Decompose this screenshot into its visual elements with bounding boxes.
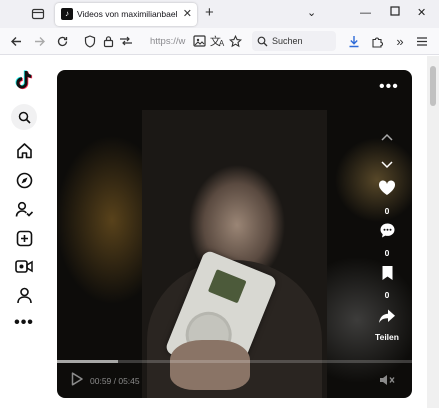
time-display: 00:59 / 05:45 bbox=[90, 376, 140, 386]
explore-icon[interactable] bbox=[12, 168, 36, 192]
maximize-icon[interactable] bbox=[390, 6, 400, 20]
chevron-down-icon[interactable]: ⌄ bbox=[307, 6, 316, 20]
hand bbox=[170, 340, 250, 390]
share-button[interactable] bbox=[375, 308, 399, 329]
tab-strip: ♪ Videos von maximilianbaehring ✕ + ⌄ — … bbox=[0, 0, 439, 28]
page-scrollbar[interactable] bbox=[427, 56, 439, 408]
video-progress-bar[interactable] bbox=[57, 360, 412, 363]
bookmark-star-icon[interactable] bbox=[227, 33, 243, 49]
profile-icon[interactable] bbox=[12, 283, 36, 307]
forward-icon[interactable] bbox=[31, 33, 47, 49]
search-bar[interactable]: Suchen bbox=[252, 31, 336, 51]
reader-view-icon[interactable] bbox=[191, 33, 207, 49]
tab-title: Videos von maximilianbaehring bbox=[77, 9, 177, 19]
comment-count: 0 bbox=[384, 248, 390, 258]
tab-list-icon[interactable] bbox=[31, 7, 45, 21]
live-icon[interactable] bbox=[12, 254, 36, 278]
translate-icon[interactable]: 文A bbox=[209, 33, 225, 49]
following-icon[interactable] bbox=[12, 197, 36, 221]
minimize-icon[interactable]: — bbox=[360, 6, 371, 20]
search-icon bbox=[257, 34, 268, 52]
download-icon[interactable] bbox=[346, 33, 362, 49]
device-screen bbox=[207, 269, 247, 304]
menu-icon[interactable] bbox=[414, 33, 430, 49]
like-button[interactable] bbox=[375, 180, 399, 201]
reload-icon[interactable] bbox=[54, 33, 70, 49]
back-icon[interactable] bbox=[8, 33, 24, 49]
mute-icon[interactable] bbox=[379, 373, 395, 391]
like-count: 0 bbox=[384, 206, 390, 216]
shield-icon[interactable] bbox=[82, 33, 98, 49]
close-window-icon[interactable]: ✕ bbox=[417, 6, 426, 20]
navigation-bar: https://w 文A Suchen » bbox=[0, 28, 439, 55]
bookmark-count: 0 bbox=[384, 290, 390, 300]
active-tab[interactable]: ♪ Videos von maximilianbaehring ✕ bbox=[55, 3, 197, 26]
tiktok-favicon-icon: ♪ bbox=[61, 8, 73, 20]
overflow-icon[interactable]: » bbox=[392, 33, 408, 49]
bookmark-button[interactable] bbox=[375, 265, 399, 286]
scrollbar-thumb[interactable] bbox=[430, 66, 436, 106]
new-tab-icon[interactable]: + bbox=[205, 5, 214, 21]
url-field[interactable]: https://w bbox=[150, 36, 190, 47]
home-icon[interactable] bbox=[12, 138, 36, 162]
search-icon[interactable] bbox=[11, 104, 37, 130]
previous-video-icon[interactable] bbox=[375, 128, 399, 146]
upload-icon[interactable] bbox=[12, 226, 36, 250]
share-label: Teilen bbox=[375, 332, 399, 342]
lock-icon[interactable] bbox=[100, 33, 116, 49]
video-player[interactable]: ••• 0 0 0 Teilen 00:59 / 05:45 bbox=[57, 70, 412, 398]
play-icon[interactable] bbox=[71, 372, 83, 391]
video-progress-fill bbox=[57, 360, 118, 363]
video-frame bbox=[142, 110, 327, 398]
tab-close-icon[interactable]: ✕ bbox=[183, 7, 192, 21]
search-placeholder: Suchen bbox=[272, 36, 303, 46]
permissions-icon[interactable] bbox=[118, 33, 134, 49]
more-options-icon[interactable]: ••• bbox=[379, 79, 399, 95]
comment-button[interactable] bbox=[375, 222, 399, 244]
tiktok-sidebar: ••• bbox=[0, 56, 47, 408]
tiktok-logo-icon[interactable] bbox=[12, 68, 36, 92]
extensions-icon[interactable] bbox=[369, 33, 385, 49]
more-icon[interactable]: ••• bbox=[12, 311, 36, 335]
next-video-icon[interactable] bbox=[375, 156, 399, 174]
